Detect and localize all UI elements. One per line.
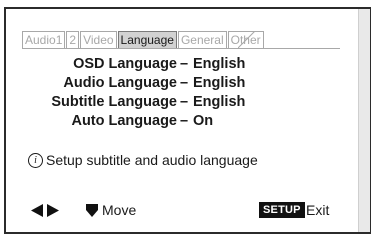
setting-label: Subtitle Language [51, 94, 177, 110]
tab-audio1[interactable]: Audio1 [22, 31, 66, 48]
move-label: Move [102, 202, 137, 218]
setting-audio-language[interactable]: Audio Language – English [22, 74, 340, 93]
setting-label: OSD Language [73, 56, 177, 72]
screen-edge-strip [358, 9, 370, 232]
setting-value: English [193, 75, 246, 91]
setting-separator: – [180, 56, 189, 72]
tab-bar: Audio1 2 Video Language General Other [22, 31, 264, 49]
setting-osd-language[interactable]: OSD Language – English [22, 55, 340, 74]
setting-separator: – [180, 113, 189, 129]
setting-auto-language[interactable]: Auto Language – On [22, 112, 340, 131]
help-line: i Setup subtitle and audio language [28, 151, 258, 169]
setting-value: On [193, 113, 214, 129]
language-settings-list: OSD Language – English Audio Language – … [22, 55, 340, 131]
tab-underline [22, 48, 340, 49]
down-arrow-icon [86, 204, 98, 217]
help-text: Setup subtitle and audio language [46, 152, 258, 168]
setting-separator: – [180, 94, 189, 110]
setting-separator: – [180, 75, 189, 91]
exit-label: Exit [306, 202, 330, 218]
setup-button-badge[interactable]: SETUP [259, 202, 305, 218]
tab-slant-divider [238, 31, 256, 49]
footer-bar: Move SETUP Exit [31, 200, 336, 220]
setting-label: Audio Language [63, 75, 177, 91]
left-right-arrows-icon [31, 204, 59, 217]
setting-value: English [193, 56, 246, 72]
setting-subtitle-language[interactable]: Subtitle Language – English [22, 93, 340, 112]
tab-audio2[interactable]: 2 [66, 31, 80, 48]
setting-label: Auto Language [71, 113, 177, 129]
setting-value: English [193, 94, 246, 110]
tab-general[interactable]: General [177, 31, 227, 48]
info-icon: i [28, 152, 43, 168]
tab-language[interactable]: Language [117, 31, 177, 48]
tab-video[interactable]: Video [80, 31, 117, 48]
